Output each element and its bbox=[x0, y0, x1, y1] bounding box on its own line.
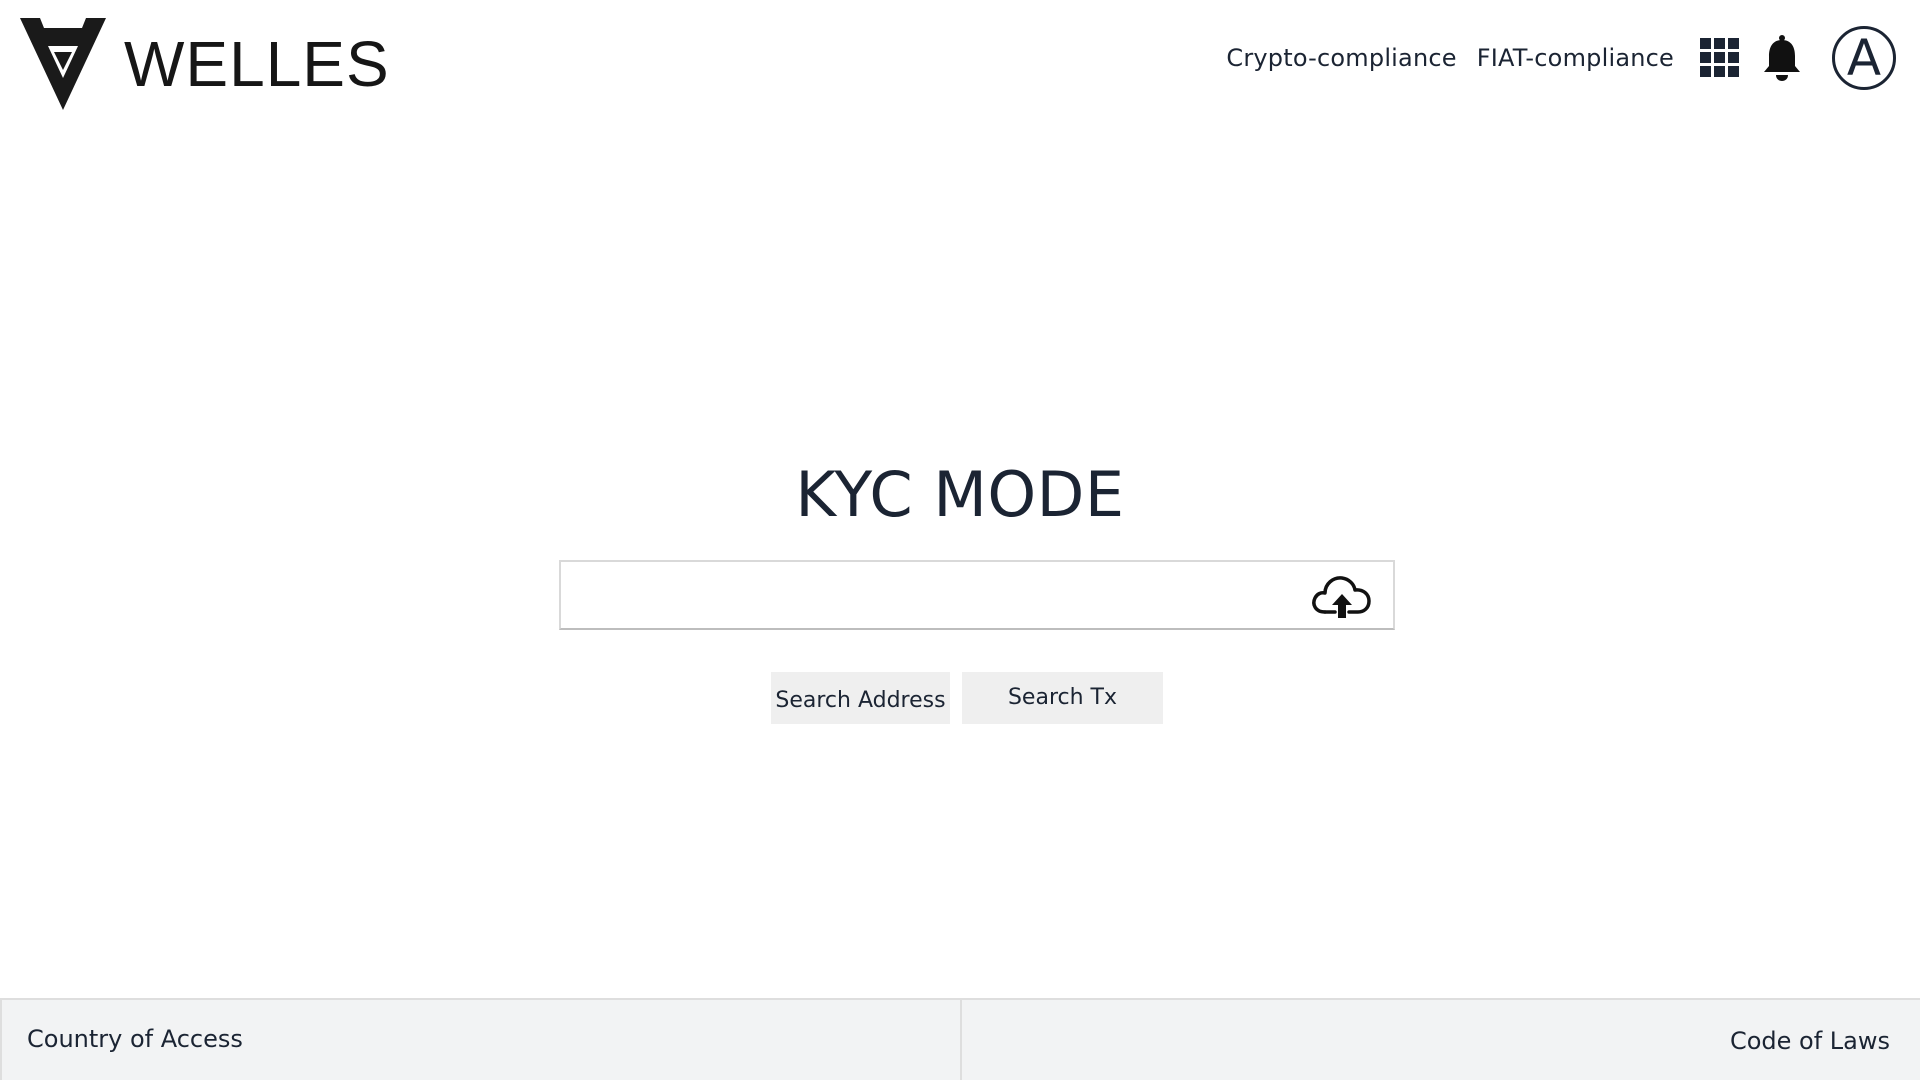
top-nav: Crypto-compliance FIAT-compliance A bbox=[1226, 20, 1896, 96]
page-title: KYC MODE bbox=[795, 458, 1125, 531]
grid-apps-icon[interactable] bbox=[1700, 38, 1740, 78]
page: WELLES Crypto-compliance FIAT-compliance bbox=[0, 0, 1920, 1080]
footer: Country of Access Code of Laws bbox=[0, 998, 1920, 1080]
nav-link-fiat-compliance[interactable]: FIAT-compliance bbox=[1477, 44, 1674, 72]
welles-logo-mark-icon bbox=[20, 18, 106, 110]
footer-code-of-laws[interactable]: Code of Laws bbox=[962, 1000, 1920, 1080]
search-box bbox=[559, 560, 1395, 630]
user-avatar[interactable]: A bbox=[1832, 26, 1896, 90]
footer-country-of-access[interactable]: Country of Access bbox=[0, 1000, 962, 1080]
brand-name: WELLES bbox=[124, 28, 390, 100]
search-buttons: Search Address Search Tx bbox=[771, 672, 1163, 724]
brand-logo[interactable]: WELLES bbox=[18, 16, 390, 112]
search-address-button[interactable]: Search Address bbox=[771, 672, 950, 724]
search-input[interactable] bbox=[561, 562, 1321, 628]
bell-icon[interactable] bbox=[1762, 34, 1802, 82]
search-tx-button[interactable]: Search Tx bbox=[962, 672, 1163, 724]
top-header: WELLES Crypto-compliance FIAT-compliance bbox=[0, 0, 1920, 130]
nav-link-crypto-compliance[interactable]: Crypto-compliance bbox=[1226, 44, 1456, 72]
cloud-upload-icon[interactable] bbox=[1309, 572, 1373, 620]
